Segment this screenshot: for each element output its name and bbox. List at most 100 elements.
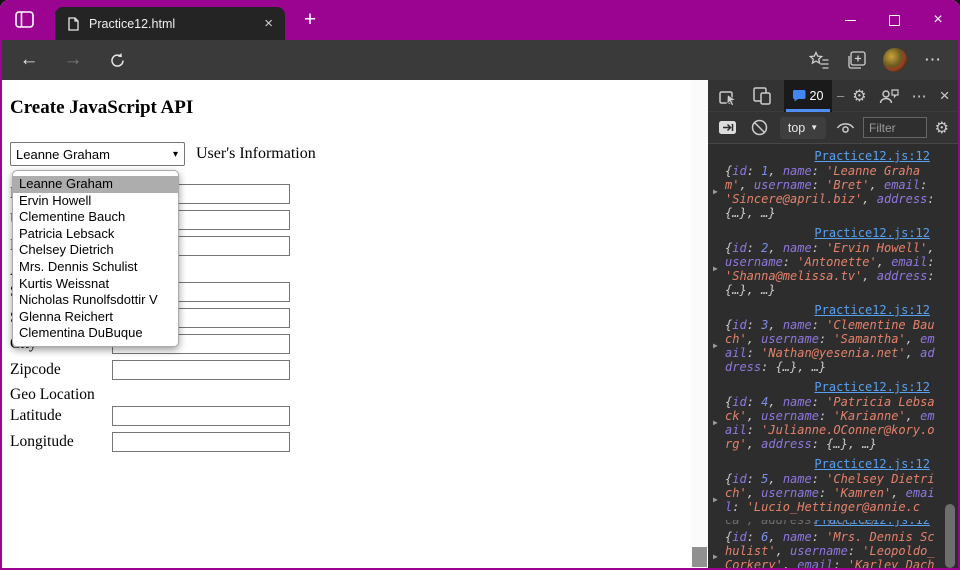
nav-right-icons: ⋯: [800, 40, 952, 80]
form-label: Longitude: [10, 433, 74, 450]
console-sidebar-icon[interactable]: [718, 120, 737, 135]
browser-window: Practice12.html × + × ← → i File C:/User…: [0, 0, 960, 570]
console-object-preview[interactable]: {id: 3, name: 'Clementine Bauch', userna…: [725, 318, 937, 374]
console-filter-input[interactable]: [863, 117, 927, 138]
console-entry: Practice12.js:12▶{id: 6, name: 'Mrs. Den…: [708, 530, 958, 568]
select-caption: User's Information: [196, 145, 316, 162]
dropdown-option[interactable]: Patricia Lebsack: [13, 226, 178, 243]
expand-triangle-icon[interactable]: ▶: [713, 495, 718, 504]
dropdown-option[interactable]: Kurtis Weissnat: [13, 276, 178, 293]
console-source-link[interactable]: Practice12.js:12: [725, 380, 958, 395]
navigation-bar: ← → i File C:/Users/hnspa/Desktop/Fall20…: [0, 40, 960, 114]
device-toolbar-icon[interactable]: [752, 86, 772, 105]
browser-tab[interactable]: Practice12.html ×: [55, 7, 285, 40]
window-close-button[interactable]: ×: [916, 0, 960, 40]
console-output: Practice12.js:12 ▶ {id: 1, name: 'Leanne G…: [708, 144, 958, 568]
tab-overflow-icon: –: [837, 88, 845, 103]
glitch-fragment: ca', address: {…}, …}: [725, 520, 877, 527]
page-icon: [68, 16, 79, 31]
console-object-preview[interactable]: {id: 6, name: 'Mrs. Dennis Schulist', us…: [725, 530, 937, 568]
expand-triangle-icon[interactable]: ▶: [713, 552, 718, 561]
page-title: Create JavaScript API: [10, 97, 194, 118]
select-dropdown-list: Leanne Graham Ervin Howell Clementine Bauc…: [12, 170, 179, 347]
console-scrollbar-thumb[interactable]: [945, 504, 955, 568]
console-settings-icon[interactable]: ⚙: [935, 118, 949, 137]
longitude-input[interactable]: [112, 432, 290, 452]
chevron-down-icon: ▾: [172, 148, 178, 160]
devtools-settings-icon[interactable]: ⚙: [852, 86, 866, 105]
page-scrollbar-thumb[interactable]: [692, 547, 707, 567]
chevron-down-icon: ▼: [810, 123, 819, 132]
console-object-preview[interactable]: {id: 2, name: 'Ervin Howell', username: …: [725, 241, 937, 297]
console-entry: Practice12.js:12 ▶ {id: 2, name: 'Ervin Ho…: [708, 226, 958, 297]
page-scrollbar[interactable]: [691, 80, 708, 568]
title-bar: Practice12.html × + ×: [0, 0, 960, 40]
console-source-link[interactable]: Practice12.js:12: [725, 149, 958, 164]
tab-title: Practice12.html: [89, 16, 176, 31]
window-controls: ×: [828, 0, 960, 40]
forward-button: →: [63, 49, 83, 70]
dropdown-option[interactable]: Clementine Bauch: [13, 209, 178, 226]
back-button[interactable]: ←: [14, 40, 44, 80]
form-section-header: Geo Location: [10, 386, 95, 403]
live-expression-eye-icon[interactable]: [836, 121, 855, 135]
maximize-button[interactable]: [872, 0, 916, 40]
browser-menu-icon[interactable]: ⋯: [914, 40, 952, 80]
console-object-preview[interactable]: {id: 4, name: 'Patricia Lebsack', userna…: [725, 395, 937, 451]
devtools-toolbar: 20 – ⚙ ⋯ ×: [708, 80, 958, 112]
dropdown-option[interactable]: Chelsey Dietrich: [13, 242, 178, 259]
user-select[interactable]: Leanne Graham ▾: [10, 142, 185, 166]
dropdown-option[interactable]: Nicholas Runolfsdottir V: [13, 292, 178, 309]
avatar: [883, 48, 907, 72]
select-value: Leanne Graham: [16, 146, 110, 162]
context-value: top: [787, 120, 806, 135]
form-label: Latitude: [10, 407, 62, 424]
form-row: Zipcode: [10, 359, 300, 385]
form-row: Latitude: [10, 405, 300, 431]
console-entry: Practice12.js:12 ▶ {id: 3, name: 'Clementi…: [708, 303, 958, 374]
collections-icon[interactable]: [838, 40, 876, 80]
latitude-input[interactable]: [112, 406, 290, 426]
console-entry: Practice12.js:12 ▶ {id: 4, name: 'Patricia…: [708, 380, 958, 451]
expand-triangle-icon[interactable]: ▶: [713, 264, 718, 273]
refresh-button[interactable]: [102, 40, 132, 80]
expand-triangle-icon[interactable]: ▶: [713, 341, 718, 350]
expand-triangle-icon[interactable]: ▶: [713, 187, 718, 196]
dropdown-option[interactable]: Mrs. Dennis Schulist: [13, 259, 178, 276]
tab-close-icon[interactable]: ×: [264, 16, 273, 31]
new-tab-button[interactable]: +: [296, 6, 324, 34]
devtools-menu-icon[interactable]: ⋯: [912, 87, 928, 105]
console-source-link[interactable]: Practice12.js:12: [725, 303, 958, 318]
form-row: Longitude: [10, 431, 300, 457]
console-bubble-icon: [792, 89, 806, 102]
tab-console[interactable]: 20: [784, 80, 832, 112]
devtools-panel: 20 – ⚙ ⋯ × top ▼ Filter ⚙ Practice12.js:…: [708, 80, 958, 568]
context-selector[interactable]: top ▼: [780, 116, 826, 139]
active-tab-underline: [786, 108, 830, 112]
feedback-icon[interactable]: [879, 87, 900, 105]
minimize-button[interactable]: [828, 0, 872, 40]
clear-console-icon[interactable]: [751, 119, 768, 136]
console-object-preview[interactable]: {id: 5, name: 'Chelsey Dietrich', userna…: [725, 472, 937, 514]
window-border-left: [0, 40, 2, 570]
dropdown-option[interactable]: Leanne Graham: [13, 176, 178, 193]
profile-avatar[interactable]: [876, 40, 914, 80]
dropdown-option[interactable]: Ervin Howell: [13, 193, 178, 210]
console-source-link[interactable]: Practice12.js:12: [725, 457, 958, 472]
tab-actions-icon[interactable]: [15, 11, 34, 28]
console-entry: Practice12.js:12 ▶ {id: 1, name: 'Leanne G…: [708, 149, 958, 220]
dropdown-option[interactable]: Glenna Reichert: [13, 309, 178, 326]
zipcode-input[interactable]: [112, 360, 290, 380]
expand-triangle-icon[interactable]: ▶: [713, 418, 718, 427]
console-toolbar: top ▼ ⚙: [708, 112, 958, 144]
inspect-element-icon[interactable]: [718, 86, 738, 106]
form-label: Zipcode: [10, 361, 61, 378]
favorites-hub-icon[interactable]: [800, 40, 838, 80]
web-page: Create JavaScript API Leanne Graham ▾ Us…: [2, 80, 691, 568]
console-glitch-row: ca', address: {…}, …} Practice12.js:12: [708, 520, 958, 529]
console-count-badge: 20: [809, 88, 824, 103]
console-source-link[interactable]: Practice12.js:12: [725, 226, 958, 241]
devtools-close-icon[interactable]: ×: [940, 86, 950, 106]
dropdown-option[interactable]: Clementina DuBuque: [13, 325, 178, 342]
console-object-preview[interactable]: {id: 1, name: 'Leanne Graham', username:…: [725, 164, 937, 220]
